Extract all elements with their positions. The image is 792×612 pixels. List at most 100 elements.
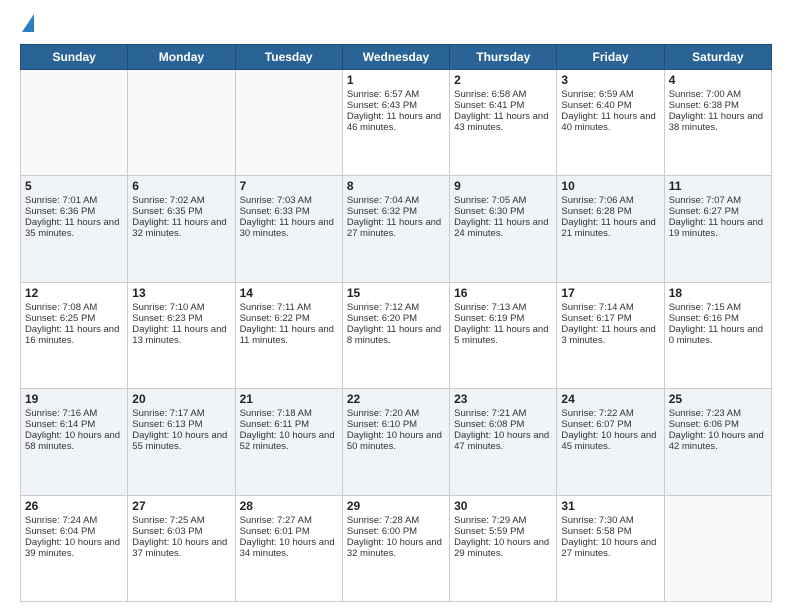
day-number: 19 (25, 392, 123, 406)
day-number: 25 (669, 392, 767, 406)
day-info: Daylight: 11 hours and 21 minutes. (561, 217, 659, 239)
day-info: Daylight: 11 hours and 35 minutes. (25, 217, 123, 239)
day-info: Sunset: 6:08 PM (454, 419, 552, 430)
day-info: Sunrise: 7:00 AM (669, 89, 767, 100)
day-info: Daylight: 11 hours and 0 minutes. (669, 324, 767, 346)
day-number: 1 (347, 73, 445, 87)
day-number: 30 (454, 499, 552, 513)
day-info: Sunset: 6:01 PM (240, 526, 338, 537)
calendar-cell: 30Sunrise: 7:29 AMSunset: 5:59 PMDayligh… (450, 495, 557, 601)
day-info: Sunrise: 7:02 AM (132, 195, 230, 206)
day-info: Sunset: 6:40 PM (561, 100, 659, 111)
calendar-cell (235, 70, 342, 176)
calendar-cell: 7 Sunrise: 7:03 AMSunset: 6:33 PMDaylight… (235, 176, 342, 282)
day-info: Daylight: 11 hours and 13 minutes. (132, 324, 230, 346)
day-info: Sunrise: 7:14 AM (561, 302, 659, 313)
day-info: Daylight: 10 hours and 42 minutes. (669, 430, 767, 452)
day-number: 9 (454, 179, 552, 193)
day-info: Daylight: 11 hours and 40 minutes. (561, 111, 659, 133)
day-info: Sunset: 6:07 PM (561, 419, 659, 430)
day-info: Sunrise: 7:17 AM (132, 408, 230, 419)
day-info: Daylight: 10 hours and 58 minutes. (25, 430, 123, 452)
calendar-cell: 11Sunrise: 7:07 AMSunset: 6:27 PMDayligh… (664, 176, 771, 282)
day-info: Daylight: 10 hours and 32 minutes. (347, 537, 445, 559)
calendar-cell: 16Sunrise: 7:13 AMSunset: 6:19 PMDayligh… (450, 282, 557, 388)
day-info: Sunset: 6:16 PM (669, 313, 767, 324)
calendar-cell (21, 70, 128, 176)
day-number: 26 (25, 499, 123, 513)
day-info: Sunrise: 7:01 AM (25, 195, 123, 206)
day-info: Sunrise: 7:24 AM (25, 515, 123, 526)
calendar-cell: 5 Sunrise: 7:01 AMSunset: 6:36 PMDaylight… (21, 176, 128, 282)
day-info: Sunrise: 7:20 AM (347, 408, 445, 419)
day-number: 12 (25, 286, 123, 300)
calendar-cell: 10Sunrise: 7:06 AMSunset: 6:28 PMDayligh… (557, 176, 664, 282)
calendar-cell: 28Sunrise: 7:27 AMSunset: 6:01 PMDayligh… (235, 495, 342, 601)
day-number: 24 (561, 392, 659, 406)
day-info: Sunset: 6:11 PM (240, 419, 338, 430)
col-header-tuesday: Tuesday (235, 45, 342, 70)
day-info: Sunrise: 7:04 AM (347, 195, 445, 206)
day-info: Sunset: 6:28 PM (561, 206, 659, 217)
col-header-sunday: Sunday (21, 45, 128, 70)
day-info: Daylight: 11 hours and 19 minutes. (669, 217, 767, 239)
day-number: 17 (561, 286, 659, 300)
day-info: Sunset: 6:06 PM (669, 419, 767, 430)
day-info: Sunrise: 7:16 AM (25, 408, 123, 419)
day-info: Sunset: 6:32 PM (347, 206, 445, 217)
day-info: Daylight: 10 hours and 37 minutes. (132, 537, 230, 559)
calendar-table: SundayMondayTuesdayWednesdayThursdayFrid… (20, 44, 772, 602)
day-info: Sunrise: 7:25 AM (132, 515, 230, 526)
day-number: 5 (25, 179, 123, 193)
day-info: Daylight: 10 hours and 50 minutes. (347, 430, 445, 452)
calendar-cell: 31Sunrise: 7:30 AMSunset: 5:58 PMDayligh… (557, 495, 664, 601)
day-info: Daylight: 10 hours and 39 minutes. (25, 537, 123, 559)
page: SundayMondayTuesdayWednesdayThursdayFrid… (0, 0, 792, 612)
calendar-cell: 24Sunrise: 7:22 AMSunset: 6:07 PMDayligh… (557, 389, 664, 495)
day-info: Daylight: 10 hours and 55 minutes. (132, 430, 230, 452)
calendar-cell: 23Sunrise: 7:21 AMSunset: 6:08 PMDayligh… (450, 389, 557, 495)
day-number: 7 (240, 179, 338, 193)
day-number: 22 (347, 392, 445, 406)
day-info: Daylight: 11 hours and 8 minutes. (347, 324, 445, 346)
day-info: Sunrise: 7:23 AM (669, 408, 767, 419)
day-info: Sunrise: 7:03 AM (240, 195, 338, 206)
col-header-saturday: Saturday (664, 45, 771, 70)
day-info: Sunrise: 7:07 AM (669, 195, 767, 206)
calendar-week-row: 1Sunrise: 6:57 AMSunset: 6:43 PMDaylight… (21, 70, 772, 176)
day-info: Daylight: 10 hours and 52 minutes. (240, 430, 338, 452)
calendar-cell: 19 Sunrise: 7:16 AMSunset: 6:14 PMDayligh… (21, 389, 128, 495)
day-info: Sunset: 5:58 PM (561, 526, 659, 537)
calendar-cell (664, 495, 771, 601)
day-info: Sunrise: 7:18 AM (240, 408, 338, 419)
day-info: Sunrise: 7:29 AM (454, 515, 552, 526)
day-info: Sunset: 6:41 PM (454, 100, 552, 111)
day-info: Sunset: 6:36 PM (25, 206, 123, 217)
day-info: Sunrise: 7:30 AM (561, 515, 659, 526)
day-info: Daylight: 10 hours and 29 minutes. (454, 537, 552, 559)
day-info: Sunrise: 7:11 AM (240, 302, 338, 313)
calendar-cell (128, 70, 235, 176)
day-info: Daylight: 11 hours and 27 minutes. (347, 217, 445, 239)
day-info: Sunset: 6:03 PM (132, 526, 230, 537)
day-info: Sunrise: 6:57 AM (347, 89, 445, 100)
day-info: Sunrise: 7:21 AM (454, 408, 552, 419)
calendar-week-row: 19Sunrise: 7:16 AMSunset: 6:14 PMDayligh… (21, 389, 772, 495)
day-number: 8 (347, 179, 445, 193)
calendar-cell: 2Sunrise: 6:58 AMSunset: 6:41 PMDaylight… (450, 70, 557, 176)
calendar-cell: 17Sunrise: 7:14 AMSunset: 6:17 PMDayligh… (557, 282, 664, 388)
day-info: Sunset: 6:20 PM (347, 313, 445, 324)
day-info: Sunrise: 7:27 AM (240, 515, 338, 526)
day-info: Sunrise: 7:10 AM (132, 302, 230, 313)
day-info: Sunset: 6:33 PM (240, 206, 338, 217)
day-info: Daylight: 11 hours and 30 minutes. (240, 217, 338, 239)
day-info: Sunset: 6:23 PM (132, 313, 230, 324)
calendar-cell: 25 Sunrise: 7:23 AMSunset: 6:06 PMDayligh… (664, 389, 771, 495)
day-info: Sunset: 6:00 PM (347, 526, 445, 537)
day-info: Sunrise: 7:15 AM (669, 302, 767, 313)
calendar-week-row: 12Sunrise: 7:08 AMSunset: 6:25 PMDayligh… (21, 282, 772, 388)
calendar-cell: 15Sunrise: 7:12 AMSunset: 6:20 PMDayligh… (342, 282, 449, 388)
day-number: 10 (561, 179, 659, 193)
col-header-wednesday: Wednesday (342, 45, 449, 70)
day-info: Sunset: 6:14 PM (25, 419, 123, 430)
